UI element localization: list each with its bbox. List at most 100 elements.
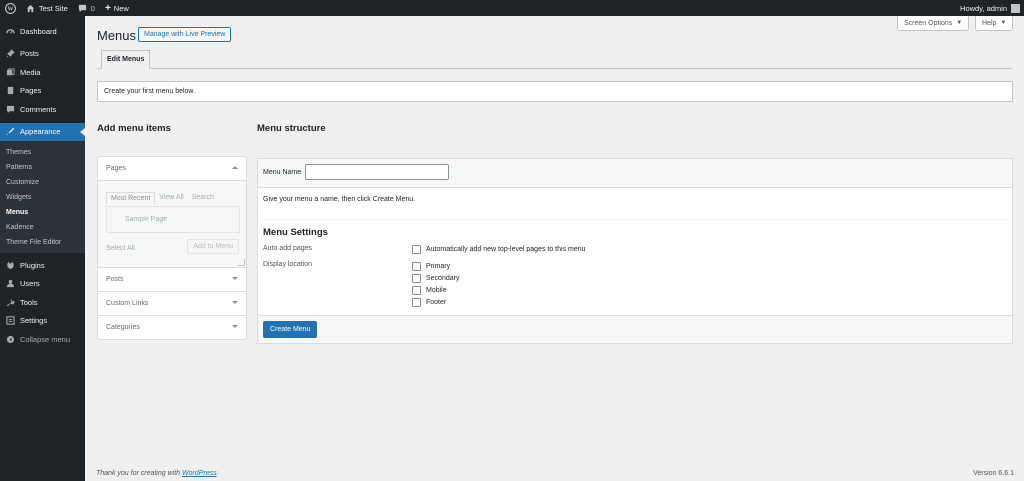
add-menu-items-accordion: Pages Most Recent View All Search Sample… — [97, 156, 247, 340]
location-secondary-checkbox[interactable] — [412, 274, 421, 283]
select-all-link[interactable]: Select All — [106, 245, 135, 252]
accordion-custom-links[interactable]: Custom Links — [98, 292, 246, 316]
menu-structure-panel: Menu Name Give your menu a name, then cl… — [257, 158, 1013, 344]
sidebar-item-pages[interactable]: Pages — [0, 82, 85, 101]
location-primary[interactable]: Primary — [412, 262, 450, 271]
collapse-menu-button[interactable]: Collapse menu — [0, 330, 85, 349]
pages-panel: Most Recent View All Search Sample Page … — [98, 181, 246, 268]
auto-add-pages-label: Auto add pages — [263, 245, 313, 252]
sidebar-item-tools[interactable]: Tools — [0, 293, 85, 312]
submenu-item-kadence[interactable]: Kadence — [0, 220, 85, 235]
submenu-item-themes[interactable]: Themes — [0, 145, 85, 160]
tab-edit-menus[interactable]: Edit Menus — [101, 50, 151, 69]
auto-add-pages-option[interactable]: Automatically add new top-level pages to… — [412, 245, 586, 254]
manage-live-preview-button[interactable]: Manage with Live Preview — [138, 27, 232, 42]
page-item-sample-page[interactable]: Sample Page — [125, 216, 167, 223]
submenu-item-widgets[interactable]: Widgets — [0, 190, 85, 205]
menu-name-bar: Menu Name — [258, 159, 1012, 188]
submenu-item-customize[interactable]: Customize — [0, 175, 85, 190]
sidebar-item-label: Pages — [20, 86, 42, 96]
accordion-label: Posts — [106, 276, 124, 283]
wordpress-link[interactable]: WordPress — [182, 470, 217, 477]
location-mobile-checkbox[interactable] — [412, 286, 421, 295]
submenu-item-theme-file-editor[interactable]: Theme File Editor — [0, 235, 85, 250]
help-button[interactable]: Help ▼ — [975, 16, 1014, 31]
location-mobile[interactable]: Mobile — [412, 286, 447, 295]
sidebar-item-label: Settings — [20, 316, 48, 326]
menu-footer-bar: Create Menu — [258, 315, 1012, 343]
location-label: Secondary — [426, 275, 460, 282]
menu-settings-title: Menu Settings — [263, 227, 328, 238]
submenu-item-menus[interactable]: Menus — [0, 205, 85, 220]
wordpress-logo-icon[interactable]: W — [0, 0, 21, 16]
footer-thanks: Thank you for creating with WordPress. — [96, 470, 219, 477]
location-label: Mobile — [426, 287, 447, 294]
sidebar-item-label: Media — [20, 67, 41, 77]
home-icon — [26, 4, 35, 13]
screen-options-label: Screen Options — [904, 19, 953, 27]
sidebar-item-label: Posts — [20, 49, 39, 59]
footer-thanks-text: Thank you for creating with — [96, 470, 182, 477]
menu-name-input[interactable] — [305, 164, 449, 180]
pages-icon — [5, 86, 15, 96]
chevron-down-icon — [232, 301, 238, 304]
notice-text: Create your first menu below. — [104, 88, 196, 95]
sidebar-item-label: Plugins — [20, 260, 45, 270]
accordion-label: Pages — [106, 165, 126, 172]
location-label: Footer — [426, 299, 447, 306]
sidebar-item-posts[interactable]: Posts — [0, 45, 85, 64]
help-label: Help — [982, 19, 997, 27]
settings-icon — [5, 316, 15, 326]
sidebar-item-users[interactable]: Users — [0, 275, 85, 294]
new-label: New — [113, 3, 129, 13]
accordion-categories[interactable]: Categories — [98, 316, 246, 339]
howdy-text: Howdy, admin — [960, 3, 1007, 13]
submenu-item-patterns[interactable]: Patterns — [0, 160, 85, 175]
sidebar-item-media[interactable]: Media — [0, 63, 85, 82]
accordion-pages[interactable]: Pages — [98, 157, 246, 181]
add-to-menu-button[interactable]: Add to Menu — [187, 239, 239, 254]
tab-most-recent[interactable]: Most Recent — [106, 192, 156, 205]
tabs-divider — [97, 68, 1012, 69]
footer-thanks-suffix: . — [216, 470, 219, 477]
brush-icon — [5, 127, 15, 137]
resize-handle-icon[interactable] — [238, 259, 245, 266]
admin-bar: W Test Site 0 + New Howdy, admin — [0, 0, 1024, 16]
sidebar-item-label: Comments — [20, 104, 57, 114]
chevron-down-icon — [232, 325, 238, 328]
auto-add-text: Automatically add new top-level pages to… — [426, 246, 586, 253]
comments-link[interactable]: 0 — [73, 0, 100, 16]
comment-bubble-icon — [78, 4, 87, 13]
sidebar-item-dashboard[interactable]: Dashboard — [0, 22, 85, 41]
accordion-posts[interactable]: Posts — [98, 268, 246, 292]
sidebar-item-settings[interactable]: Settings — [0, 312, 85, 331]
menu-instructions: Give your menu a name, then click Create… — [263, 196, 416, 203]
tab-view-all[interactable]: View All — [155, 192, 187, 205]
create-menu-button[interactable]: Create Menu — [263, 321, 318, 338]
location-secondary[interactable]: Secondary — [412, 274, 459, 283]
location-footer-checkbox[interactable] — [412, 298, 421, 307]
new-content-link[interactable]: + New — [100, 0, 134, 16]
display-location-label: Display location — [263, 261, 313, 268]
svg-text:W: W — [7, 6, 13, 12]
sidebar-item-label: Tools — [20, 297, 38, 307]
auto-add-checkbox[interactable] — [412, 245, 421, 254]
site-name-link[interactable]: Test Site — [21, 0, 73, 16]
sidebar-item-label: Users — [20, 279, 40, 289]
accordion-label: Categories — [106, 324, 140, 331]
location-primary-checkbox[interactable] — [412, 262, 421, 271]
accordion-label: Custom Links — [106, 300, 149, 307]
tab-search[interactable]: Search — [188, 192, 218, 205]
settings-divider — [263, 219, 1007, 220]
add-menu-items-title: Add menu items — [97, 123, 171, 134]
sidebar-item-plugins[interactable]: Plugins — [0, 256, 85, 275]
triangle-down-icon: ▼ — [956, 20, 963, 26]
pages-list: Sample Page — [106, 206, 240, 233]
chevron-down-icon — [232, 277, 238, 280]
screen-options-button[interactable]: Screen Options ▼ — [897, 16, 970, 31]
location-footer[interactable]: Footer — [412, 298, 446, 307]
account-menu[interactable]: Howdy, admin — [955, 0, 1024, 16]
sidebar-item-comments[interactable]: Comments — [0, 100, 85, 119]
wrench-icon — [5, 297, 15, 307]
sidebar-item-appearance[interactable]: Appearance — [0, 122, 85, 141]
